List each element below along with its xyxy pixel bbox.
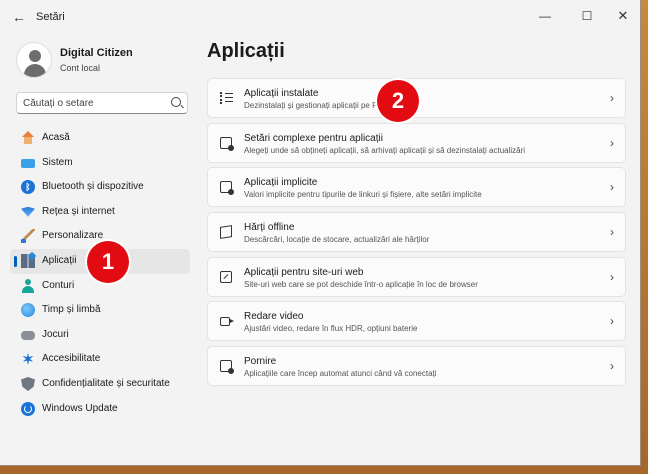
window-title: Setări [36, 11, 65, 23]
accessibility-icon: ✶ [22, 351, 34, 368]
sidebar-item-label: Conturi [42, 279, 75, 291]
avatar [16, 42, 52, 78]
card-title: Pornire [244, 356, 277, 368]
search-box[interactable] [16, 92, 188, 114]
settings-window: ← Setări — ☐ ✕ Digital Citizen Cont loca… [0, 0, 641, 466]
web-app-icon [220, 270, 232, 283]
sidebar-item-privacy[interactable]: Confidențialitate și securitate [10, 372, 190, 397]
default-apps-icon [220, 181, 234, 196]
wifi-icon [21, 206, 35, 217]
card-description: Valori implicite pentru tipurile de link… [244, 190, 482, 200]
page-title: Aplicații [207, 40, 285, 62]
card-description: Aplicațiile care încep automat atunci câ… [244, 369, 437, 379]
globe-clock-icon [21, 303, 35, 318]
card-title: Aplicații pentru site-uri web [244, 266, 364, 278]
map-icon [220, 225, 232, 239]
gamepad-icon [21, 330, 35, 340]
update-icon [21, 401, 35, 416]
sidebar-item-accessibility[interactable]: ✶ Accesibilitate [10, 347, 190, 372]
bluetooth-icon: ᛒ [21, 180, 35, 195]
sidebar-item-home[interactable]: Acasă [10, 126, 190, 151]
card-offline-maps[interactable]: Hărți offline Descărcări, locație de sto… [207, 212, 626, 253]
sidebar-item-label: Timp și limbă [42, 304, 101, 316]
chevron-right-icon: › [610, 314, 614, 329]
card-title: Aplicații instalate [244, 88, 319, 99]
startup-icon [220, 360, 234, 375]
settings-cards: Aplicații instalate Dezinstalați și gest… [207, 78, 626, 391]
chevron-right-icon: › [610, 180, 614, 195]
card-title: Redare video [244, 311, 304, 323]
sidebar-item-label: Rețea și internet [42, 205, 115, 217]
chevron-right-icon: › [610, 225, 614, 240]
search-icon[interactable] [171, 97, 181, 107]
card-advanced-app-settings[interactable]: Setări complexe pentru aplicații Alegeți… [207, 122, 626, 163]
profile-name: Digital Citizen [60, 47, 133, 59]
chevron-right-icon: › [610, 135, 614, 150]
sidebar-item-label: Confidențialitate și securitate [42, 377, 170, 389]
card-title: Hărți offline [244, 222, 295, 234]
list-icon [220, 92, 233, 104]
sidebar-item-label: Jocuri [42, 328, 69, 340]
sidebar-item-label: Accesibilitate [42, 353, 101, 365]
title-bar: ← Setări — ☐ ✕ [0, 0, 640, 34]
sidebar-item-label: Acasă [42, 132, 70, 143]
card-description: Descărcări, locație de stocare, actualiz… [244, 235, 430, 245]
apps-icon [21, 253, 35, 268]
sidebar-item-label: Windows Update [42, 402, 118, 414]
sidebar-item-system[interactable]: Sistem [10, 151, 190, 176]
profile-account-type: Cont local [60, 63, 101, 73]
card-apps-for-websites[interactable]: Aplicații pentru site-uri web Site-uri w… [207, 256, 626, 297]
card-default-apps[interactable]: Aplicații implicite Valori implicite pen… [207, 167, 626, 208]
chevron-right-icon: › [610, 91, 614, 105]
sidebar-item-gaming[interactable]: Jocuri [10, 323, 190, 348]
card-description: Ajustări video, redare în flux HDR, opți… [244, 324, 418, 334]
brush-icon [21, 229, 35, 244]
system-icon [21, 158, 35, 168]
sidebar-item-label: Personalizare [42, 230, 104, 242]
close-button[interactable]: ✕ [608, 6, 638, 26]
card-title: Aplicații implicite [244, 177, 318, 189]
sidebar-item-network[interactable]: Rețea și internet [10, 200, 190, 225]
sidebar-item-windows-update[interactable]: Windows Update [10, 397, 190, 422]
video-icon [220, 317, 234, 327]
sidebar-item-time-language[interactable]: Timp și limbă [10, 298, 190, 323]
back-arrow-icon[interactable]: ← [9, 8, 29, 26]
sidebar-item-label: Bluetooth și dispozitive [42, 181, 144, 193]
card-description: Dezinstalați și gestionați aplicații pe … [244, 101, 384, 110]
home-icon [21, 131, 35, 145]
sidebar-item-bluetooth[interactable]: ᛒ Bluetooth și dispozitive [10, 175, 190, 200]
search-input[interactable] [23, 96, 163, 110]
card-title: Setări complexe pentru aplicații [244, 132, 383, 144]
account-icon [21, 278, 35, 293]
maximize-button[interactable]: ☐ [572, 6, 602, 26]
annotation-badge-1: 1 [87, 241, 129, 283]
avatar-body-icon [24, 64, 46, 77]
chevron-right-icon: › [610, 359, 614, 374]
advanced-settings-icon [220, 136, 234, 151]
sidebar-item-label: Aplicații [42, 254, 77, 266]
card-description: Site-uri web care se pot deschide într-o… [244, 279, 478, 289]
annotation-badge-2: 2 [377, 80, 419, 122]
avatar-head-icon [29, 50, 41, 62]
minimize-button[interactable]: — [530, 6, 560, 26]
card-video-playback[interactable]: Redare video Ajustări video, redare în f… [207, 301, 626, 342]
chevron-right-icon: › [610, 269, 614, 284]
shield-icon [21, 376, 35, 391]
card-startup[interactable]: Pornire Aplicațiile care încep automat a… [207, 346, 626, 387]
card-description: Alegeți unde să obțineți aplicații, să a… [244, 145, 526, 155]
sidebar-item-label: Sistem [42, 156, 73, 168]
